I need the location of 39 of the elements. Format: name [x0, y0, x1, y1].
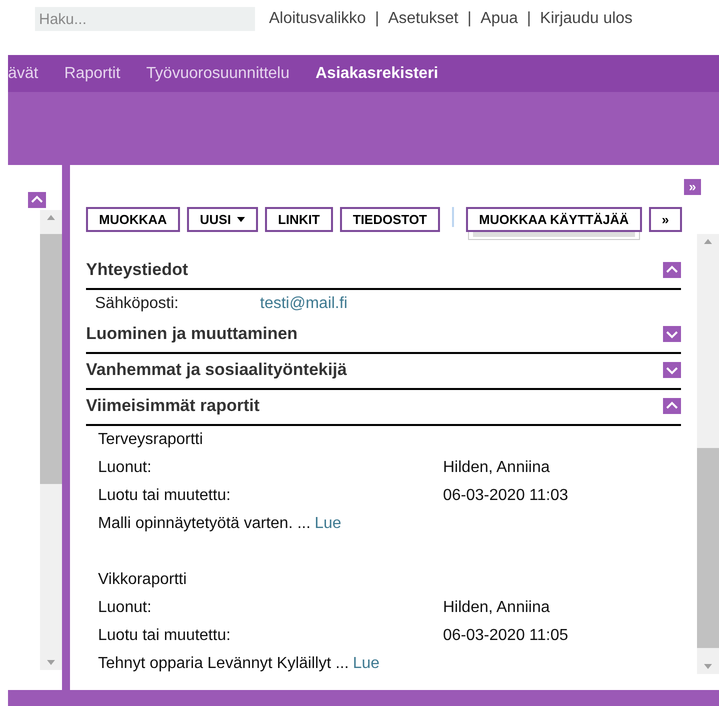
- top-link[interactable]: Kirjaudu ulos: [540, 7, 633, 31]
- expand-button[interactable]: »: [684, 179, 701, 195]
- nav-tab[interactable]: Työvuorosuunnittelu: [146, 62, 290, 86]
- toolbar-button[interactable]: MUOKKAA: [86, 207, 180, 232]
- report-title: Terveysraportti: [98, 430, 204, 450]
- link-separator: |: [374, 9, 380, 29]
- nav-tab[interactable]: Asiakasrekisteri: [315, 62, 438, 86]
- nav-tab[interactable]: Raportit: [64, 62, 120, 86]
- field-label: Luotu tai muutettu:: [98, 486, 232, 506]
- toolbar-button[interactable]: LINKIT: [264, 207, 333, 232]
- field-label: Sähköposti:: [95, 294, 180, 314]
- section-title: Viimeisimmät raportit: [86, 395, 260, 418]
- top-link[interactable]: Aloitusvalikko: [269, 7, 366, 31]
- toolbar-button[interactable]: MUOKKAA KÄYTTÄJÄÄ: [466, 207, 642, 232]
- field-value: Hilden, Anniina: [443, 458, 550, 478]
- field-label: Luonut:: [98, 458, 152, 478]
- section-title: Luominen ja muuttaminen: [86, 323, 298, 346]
- link-separator: |: [467, 9, 472, 29]
- field-value: 06-03-2020 11:03: [443, 486, 568, 506]
- section-title: Yhteystiedot: [86, 259, 188, 282]
- field-value: 06-03-2020 11:05: [443, 626, 568, 646]
- section-title: Vanhemmat ja sosiaalityöntekijä: [86, 359, 347, 382]
- report-title: Vikkoraportti: [98, 570, 188, 590]
- link-separator: |: [526, 9, 532, 29]
- nav-tab[interactable]: ävät: [8, 62, 38, 86]
- report-summary: Malli opinnäytetyötä varten. ...: [98, 514, 311, 534]
- toolbar-button[interactable]: TIEDOSTOT: [340, 207, 440, 232]
- toolbar-button[interactable]: »: [648, 207, 682, 232]
- report-summary: Tehnyt opparia Levännyt Kyläillyt ...: [98, 654, 349, 674]
- top-link[interactable]: Asetukset: [388, 7, 458, 31]
- read-link[interactable]: Lue: [352, 652, 380, 676]
- read-link[interactable]: Lue: [314, 512, 342, 536]
- field-label: Luotu tai muutettu:: [98, 626, 232, 646]
- field-label: Luonut:: [98, 598, 152, 618]
- field-value: Hilden, Anniina: [443, 598, 550, 618]
- top-link[interactable]: Apua: [480, 7, 518, 31]
- search-field[interactable]: Haku...: [35, 7, 255, 31]
- toolbar-button[interactable]: UUSI: [186, 207, 258, 232]
- email-link[interactable]: testi@mail.fi: [260, 292, 348, 316]
